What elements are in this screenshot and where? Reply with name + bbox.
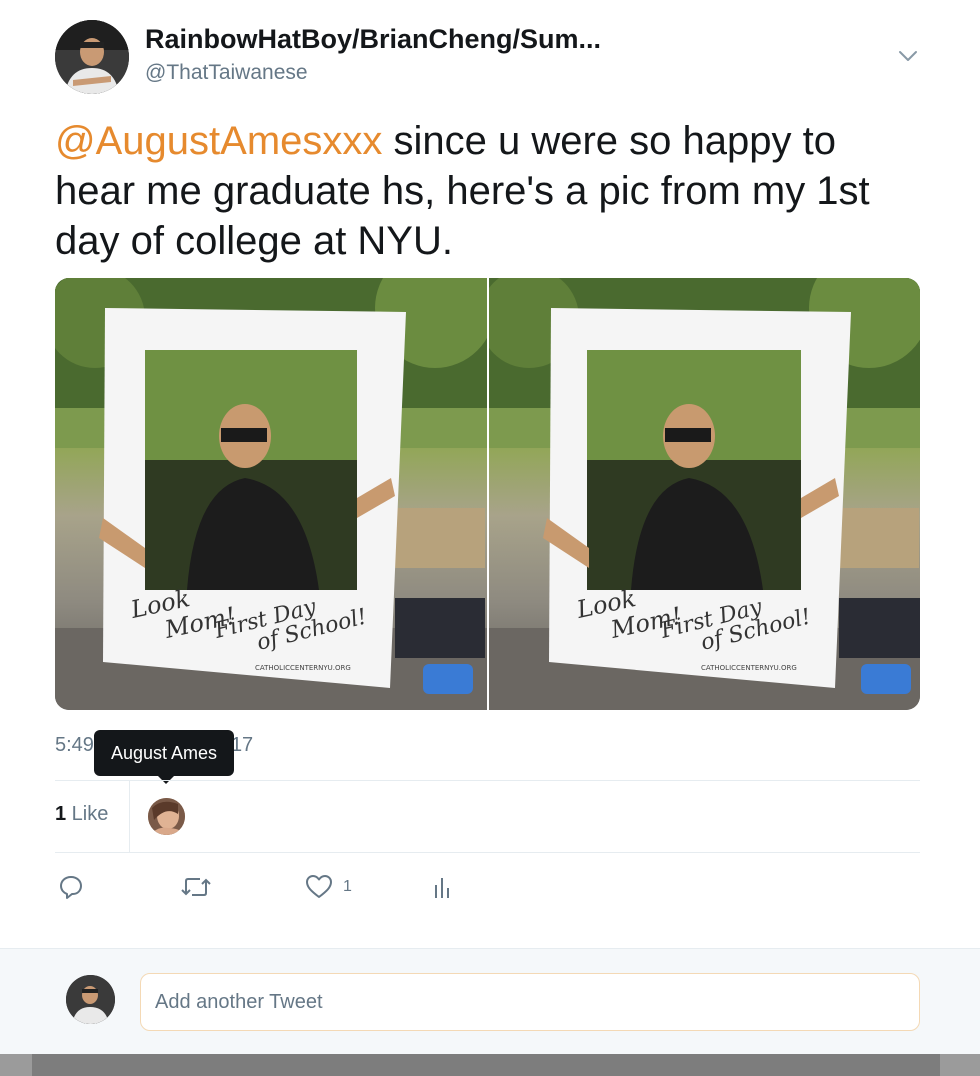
- liker-avatar[interactable]: [148, 798, 185, 835]
- tweet-photo-1[interactable]: Look Mom! First Day of School! CATHOLICC…: [55, 278, 487, 710]
- author-handle[interactable]: @ThatTaiwanese: [145, 61, 308, 85]
- analytics-button[interactable]: [432, 872, 454, 902]
- like-button[interactable]: 1: [305, 872, 352, 902]
- author-display-name[interactable]: RainbowHatBoy/BrianCheng/Sum...: [145, 24, 601, 55]
- sign-url: CATHOLICCENTERNYU.ORG: [255, 664, 351, 672]
- likes-number: 1: [55, 803, 67, 825]
- stats-bottom-divider: [55, 852, 920, 853]
- reply-button[interactable]: [58, 872, 84, 902]
- likes-count[interactable]: 1 Like: [55, 803, 108, 826]
- bottom-bar-right-edge: [940, 1054, 980, 1076]
- like-count: 1: [343, 878, 352, 895]
- photo-grid: Look Mom! First Day of School! CATHOLICC…: [55, 278, 920, 710]
- likes-label: Like: [66, 803, 109, 825]
- reply-icon: [60, 876, 82, 899]
- timestamp-time: 5:49: [55, 734, 94, 756]
- timestamp-date-tail: 17: [230, 734, 254, 756]
- retweet-button[interactable]: [180, 872, 212, 902]
- mention-link[interactable]: @AugustAmesxxx: [55, 119, 382, 163]
- tweet: RainbowHatBoy/BrianCheng/Sum... @ThatTai…: [0, 0, 980, 948]
- liker-tooltip: August Ames: [94, 730, 235, 784]
- stats-vertical-divider: [129, 781, 130, 852]
- tweet-text: @AugustAmesxxx since u were so happy to …: [55, 116, 925, 266]
- retweet-icon: [181, 878, 211, 896]
- bottom-bar-left-edge: [0, 1054, 32, 1076]
- stats-top-divider: [55, 780, 920, 781]
- author-avatar[interactable]: [55, 20, 129, 94]
- analytics-icon: [435, 878, 449, 898]
- sign-url: CATHOLICCENTERNYU.ORG: [701, 664, 797, 672]
- current-user-avatar: [66, 975, 115, 1024]
- bottom-scroll-bar[interactable]: [0, 1054, 980, 1076]
- tweet-photo-2[interactable]: Look Mom! First Day of School! CATHOLICC…: [488, 278, 920, 710]
- chevron-down-icon[interactable]: [896, 44, 920, 68]
- heart-icon: [306, 875, 332, 898]
- reply-composer: [0, 948, 980, 1055]
- reply-input[interactable]: [140, 973, 920, 1031]
